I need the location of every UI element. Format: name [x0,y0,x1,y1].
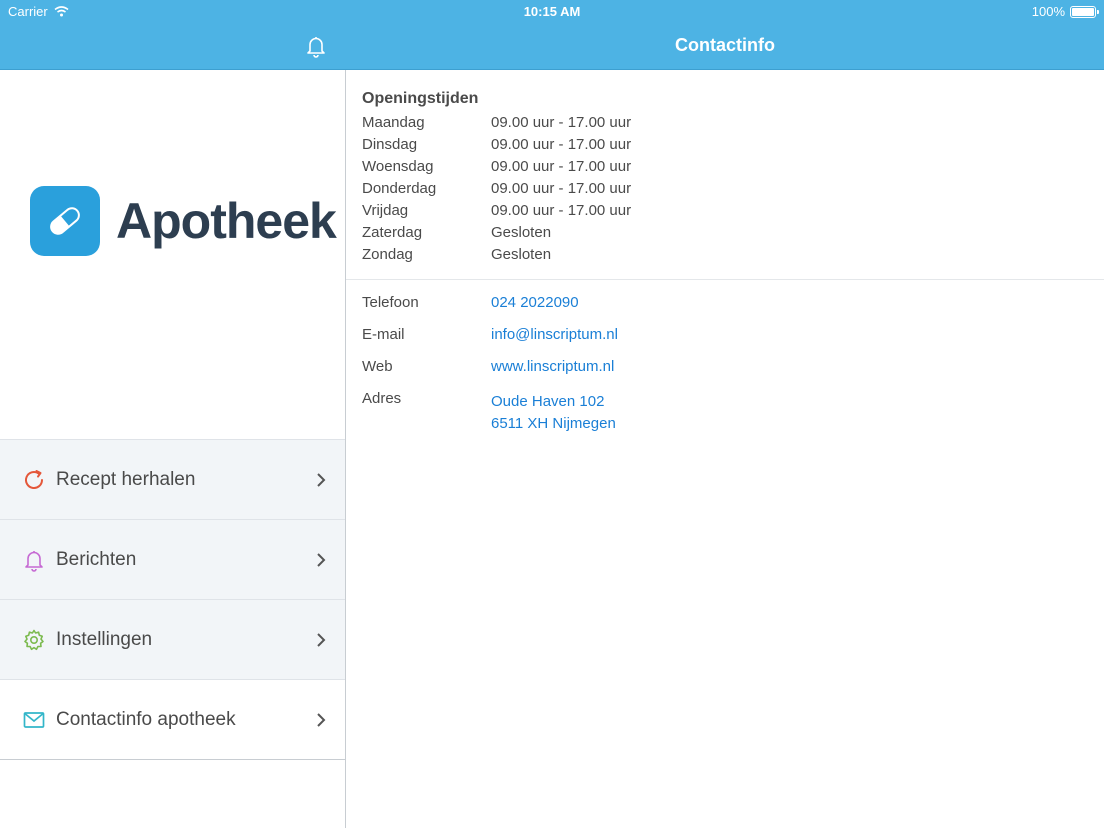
hours-row: Zondag Gesloten [362,246,1082,268]
hours-day: Zaterdag [362,224,423,241]
chevron-right-icon [317,553,326,567]
hours-day: Woensdag [362,158,434,175]
menu-label: Instellingen [56,628,153,650]
mail-icon [22,708,46,732]
menu-item-instellingen[interactable]: Instellingen [0,600,345,680]
contact-row-phone: Telefoon 024 2022090 [362,292,1082,314]
pill-icon [30,186,100,256]
status-right: 100% [1031,4,1099,19]
hours-row: Vrijdag 09.00 uur - 17.00 uur [362,202,1082,224]
page-title: Contactinfo [675,35,775,55]
hours-day: Dinsdag [362,136,418,153]
divider [346,279,1104,280]
hours-day: Vrijdag [362,202,409,219]
contact-row-web: Web www.linscriptum.nl [362,356,1082,378]
opening-hours: Openingstijden Maandag 09.00 uur - 17.00… [362,90,1082,268]
pill-glyph [50,207,80,235]
logo-text: Apotheek [116,193,337,249]
section-title: Openingstijden [362,90,479,107]
sidebar-menu: Recept herhalen Berichten Instellingen C… [0,439,345,760]
battery-icon [1070,5,1099,18]
hours-time: 09.00 uur - 17.00 uur [491,136,632,153]
contact-label: Web [362,358,393,375]
wifi-icon [54,6,69,17]
app-logo: Apotheek [30,186,337,256]
menu-item-recept-herhalen[interactable]: Recept herhalen [0,440,345,520]
web-link[interactable]: www.linscriptum.nl [491,356,614,378]
address-link[interactable]: Oude Haven 102 6511 XH Nijmegen [491,388,616,435]
sidebar: Apotheek Recept herhalen Berichten Inste… [0,0,346,828]
menu-label: Recept herhalen [56,468,196,490]
battery-fill [1072,7,1094,16]
contact-label: Adres [362,390,402,407]
hours-row: Zaterdag Gesloten [362,224,1082,246]
menu-label: Berichten [56,548,137,570]
hours-time: Gesloten [491,246,552,263]
gear-icon [22,628,46,652]
hours-time: 09.00 uur - 17.00 uur [491,114,632,131]
hours-row: Dinsdag 09.00 uur - 17.00 uur [362,136,1082,158]
address-line-1: Oude Haven 102 [491,393,605,410]
contact-label: E-mail [362,326,405,343]
hours-row: Donderdag 09.00 uur - 17.00 uur [362,180,1082,202]
chevron-right-icon [317,713,326,727]
address-line-2: 6511 XH Nijmegen [491,415,616,432]
hours-time: 09.00 uur - 17.00 uur [491,158,632,175]
contact-details: Telefoon 024 2022090 E-mail info@linscri… [362,292,1082,445]
hours-time: 09.00 uur - 17.00 uur [491,180,632,197]
main-panel: Contactinfo Openingstijden Maandag 09.00… [346,0,1104,828]
hours-day: Zondag [362,246,413,263]
chevron-right-icon [317,633,326,647]
hours-day: Donderdag [362,180,437,197]
chevron-right-icon [317,473,326,487]
battery-percentage: 100% [1031,4,1065,19]
hours-time: Gesloten [491,224,552,241]
contact-row-address: Adres Oude Haven 102 6511 XH Nijmegen [362,388,1082,435]
clock: 10:15 AM [523,4,581,19]
email-link[interactable]: info@linscriptum.nl [491,324,618,346]
carrier-label: Carrier [8,4,48,19]
contact-row-email: E-mail info@linscriptum.nl [362,324,1082,346]
menu-item-berichten[interactable]: Berichten [0,520,345,600]
hours-day: Maandag [362,114,425,131]
status-left: Carrier [8,4,69,19]
phone-link[interactable]: 024 2022090 [491,292,579,314]
hours-row: Maandag 09.00 uur - 17.00 uur [362,114,1082,136]
hours-time: 09.00 uur - 17.00 uur [491,202,632,219]
bell-icon[interactable] [304,34,328,58]
bell-icon [22,548,46,572]
contact-label: Telefoon [362,294,419,311]
hours-row: Woensdag 09.00 uur - 17.00 uur [362,158,1082,180]
menu-item-contactinfo-apotheek[interactable]: Contactinfo apotheek [0,680,345,760]
status-bar: Carrier 10:15 AM 100% [0,0,1104,24]
menu-label: Contactinfo apotheek [56,708,236,730]
refresh-icon [22,468,46,492]
